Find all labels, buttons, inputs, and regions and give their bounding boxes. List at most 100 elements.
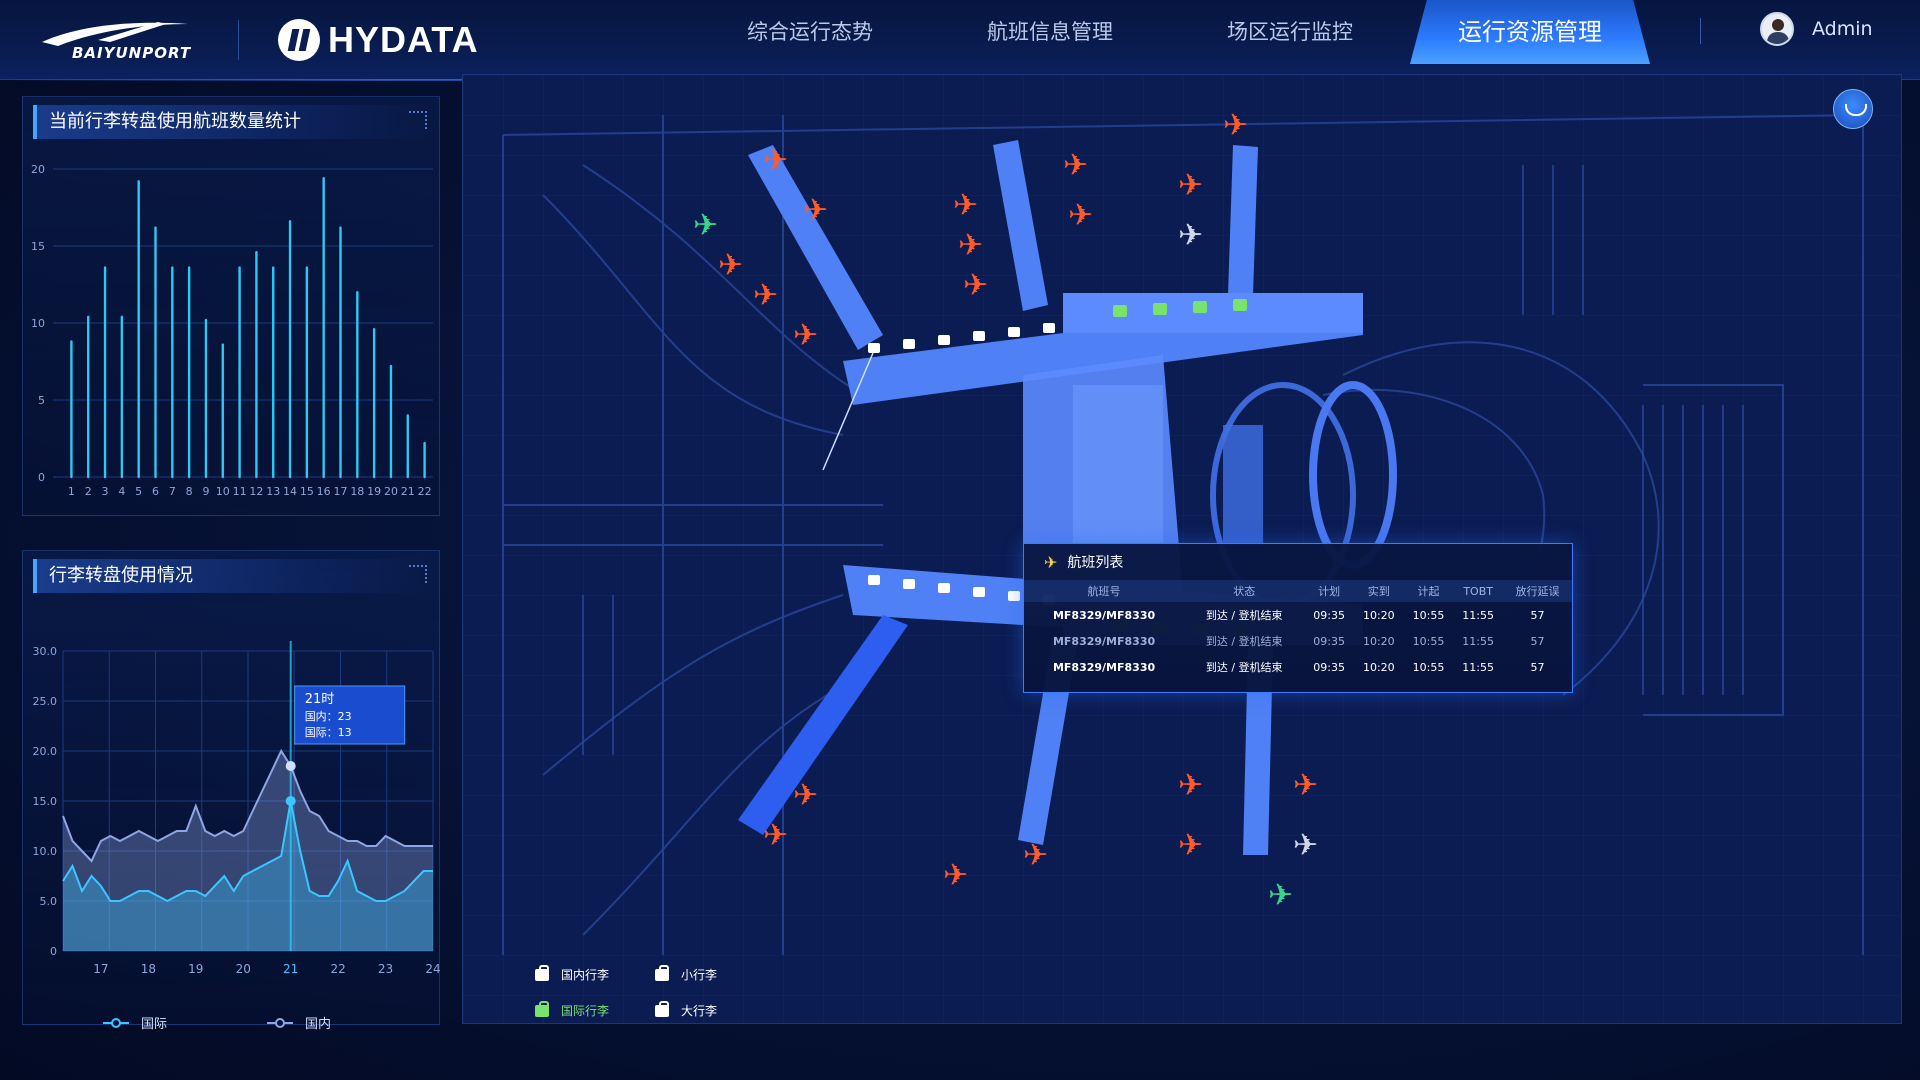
x-tick-label: 16 [317, 485, 331, 498]
popup-title: 航班列表 [1067, 555, 1124, 571]
nav-flight-info[interactable]: 航班信息管理 [930, 0, 1170, 64]
x-tick-label: 2 [85, 485, 92, 498]
chart-tooltip: 21时国内：23 国际：13 [294, 685, 406, 745]
tooltip-domestic: 国内：23 [305, 709, 352, 723]
plane-icon: ✈ [1044, 552, 1058, 572]
corner-decor-icon [409, 111, 427, 129]
x-tick-label: 4 [118, 485, 125, 498]
aircraft-icon[interactable]: ✈ [1063, 148, 1088, 183]
x-tick-label: 17 [334, 485, 348, 498]
x-tick-label: 1 [68, 485, 75, 498]
bar-panel-title: 当前行李转盘使用航班数量统计 [49, 111, 301, 132]
x-tick-label: 21 [283, 962, 298, 976]
aircraft-icon[interactable]: ✈ [718, 248, 743, 283]
aircraft-icon[interactable]: ✈ [1268, 878, 1293, 913]
flight-status: 到达 / 登机结束 [1205, 635, 1283, 648]
carousel-flight-count-panel: 当前行李转盘使用航班数量统计 0 5 10 15 20 1 2 3 4 5 6 7 8 9 10 11 12 13… [22, 96, 440, 516]
x-tick-label: 14 [283, 485, 297, 498]
user-menu[interactable]: Admin [1760, 12, 1873, 46]
column-header: 航班号 [1024, 580, 1185, 602]
aircraft-icon[interactable]: ✈ [963, 268, 988, 303]
y-tick-label: 20 [31, 163, 45, 176]
legend-international[interactable]: 国际 [103, 1013, 167, 1032]
aircraft-icon[interactable]: ✈ [1223, 108, 1248, 143]
legend-label: 国内 [305, 1017, 332, 1032]
tobt-time: 11:55 [1462, 660, 1494, 674]
aircraft-icon[interactable]: ✈ [793, 318, 818, 353]
x-tick-label: 13 [266, 485, 280, 498]
x-tick-label: 7 [169, 485, 176, 498]
aircraft-icon[interactable]: ✈ [958, 228, 983, 263]
x-tick-label: 11 [233, 485, 247, 498]
luggage-icon [533, 1001, 551, 1019]
flight-number: MF8329/MF8330 [1052, 660, 1156, 674]
x-tick-label: 5 [135, 485, 142, 498]
top-header: BAIYUNPORT HYDATA 综合运行态势 航班信息管理 场区运行监控 运… [0, 0, 1920, 81]
column-header: 计划 [1304, 580, 1354, 602]
aircraft-icon[interactable]: ✈ [793, 778, 818, 813]
aircraft-icon[interactable]: ✈ [803, 193, 828, 228]
carousel-usage-panel: 行李转盘使用情况 0 5.0 10.0 15.0 20.0 25.0 30.0 17 18 19 2… [22, 550, 441, 1032]
actual-time: 10:20 [1362, 608, 1395, 622]
nav-overview[interactable]: 综合运行态势 [690, 0, 930, 64]
aircraft-icon[interactable]: ✈ [953, 188, 978, 223]
corner-decor-icon [409, 565, 427, 583]
column-header: 放行延误 [1502, 580, 1572, 602]
legend-large-baggage[interactable]: 大行李 [653, 1001, 773, 1019]
legend-international-baggage[interactable]: 国际行李 [533, 1001, 653, 1019]
avatar[interactable] [1760, 12, 1794, 46]
y-tick-label: 0 [38, 471, 45, 484]
x-tick-label: 20 [384, 485, 398, 498]
aircraft-icon[interactable]: ✈ [943, 858, 968, 893]
brand-right-text: HYDATA [328, 19, 479, 60]
legend-small-baggage[interactable]: 小行李 [653, 965, 773, 983]
aircraft-icon[interactable]: ✈ [1178, 218, 1203, 253]
nav-area-monitor[interactable]: 场区运行监控 [1170, 0, 1410, 64]
aircraft-icon[interactable]: ✈ [1068, 198, 1093, 233]
x-tick-label: 22 [330, 962, 345, 976]
panel-title: 当前行李转盘使用航班数量统计 [33, 105, 431, 139]
aircraft-icon[interactable]: ✈ [753, 278, 778, 313]
flight-status: 到达 / 登机结束 [1205, 609, 1283, 622]
legend-line-icon [267, 1017, 294, 1029]
y-tick-label: 10 [31, 317, 45, 330]
main-nav: 综合运行态势 航班信息管理 场区运行监控 运行资源管理 [690, 0, 1650, 64]
y-tick-label: 10.0 [33, 845, 58, 858]
international-point [285, 796, 296, 806]
table-row[interactable]: MF8329/MF8330 到达 / 登机结束 09:35 10:20 10:5… [1024, 628, 1572, 654]
legend-domestic[interactable]: 国内 [267, 1013, 331, 1032]
aircraft-icon[interactable]: ✈ [1023, 838, 1048, 873]
table-row[interactable]: MF8329/MF8330 到达 / 登机结束 09:35 10:20 10:5… [1024, 654, 1572, 680]
x-tick-label: 15 [300, 485, 314, 498]
release-delay: 57 [1530, 660, 1545, 674]
aircraft-icon[interactable]: ✈ [693, 208, 718, 243]
brand-left-text: BAIYUNPORT [72, 44, 192, 62]
aircraft-icon[interactable]: ✈ [1178, 768, 1203, 803]
popup-header: ✈ 航班列表 [1024, 544, 1572, 580]
x-tick-label: 8 [186, 485, 193, 498]
table-row[interactable]: MF8329/MF8330 到达 / 登机结束 09:35 10:20 10:5… [1024, 602, 1572, 628]
aircraft-icon[interactable]: ✈ [1293, 828, 1318, 863]
x-tick-label: 9 [202, 485, 209, 498]
aircraft-icon[interactable]: ✈ [1178, 168, 1203, 203]
y-tick-label: 0 [50, 945, 57, 958]
airport-map[interactable]: ✈ ✈ ✈ ✈ ✈ ✈ ✈ ✈ ✈ ✈ ✈ ✈ ✈ ✈ ✈ ✈ ✈ ✈ ✈ ✈ … [462, 74, 1902, 1024]
nav-resource-management[interactable]: 运行资源管理 [1410, 0, 1650, 64]
aircraft-icon[interactable]: ✈ [763, 818, 788, 853]
user-name[interactable]: Admin [1812, 18, 1873, 40]
tooltip-international: 国际：13 [305, 726, 352, 739]
line-panel-title: 行李转盘使用情况 [49, 565, 193, 586]
legend-domestic-baggage[interactable]: 国内行李 [533, 965, 653, 983]
aircraft-icon[interactable]: ✈ [763, 143, 788, 178]
map-layer-toggle-icon[interactable] [1833, 89, 1873, 129]
release-delay: 57 [1530, 634, 1545, 648]
table-header-row: 航班号 状态 计划 实到 计起 TOBT 放行延误 [1024, 580, 1572, 602]
x-tick-label: 19 [188, 962, 203, 976]
domestic-point [285, 761, 296, 771]
aircraft-icon[interactable]: ✈ [1293, 768, 1318, 803]
planned-time: 09:35 [1313, 608, 1345, 622]
estimated-time: 10:55 [1412, 634, 1445, 648]
aircraft-icon[interactable]: ✈ [1178, 828, 1203, 863]
luggage-icon [653, 965, 671, 983]
y-tick-label: 5.0 [40, 895, 58, 908]
